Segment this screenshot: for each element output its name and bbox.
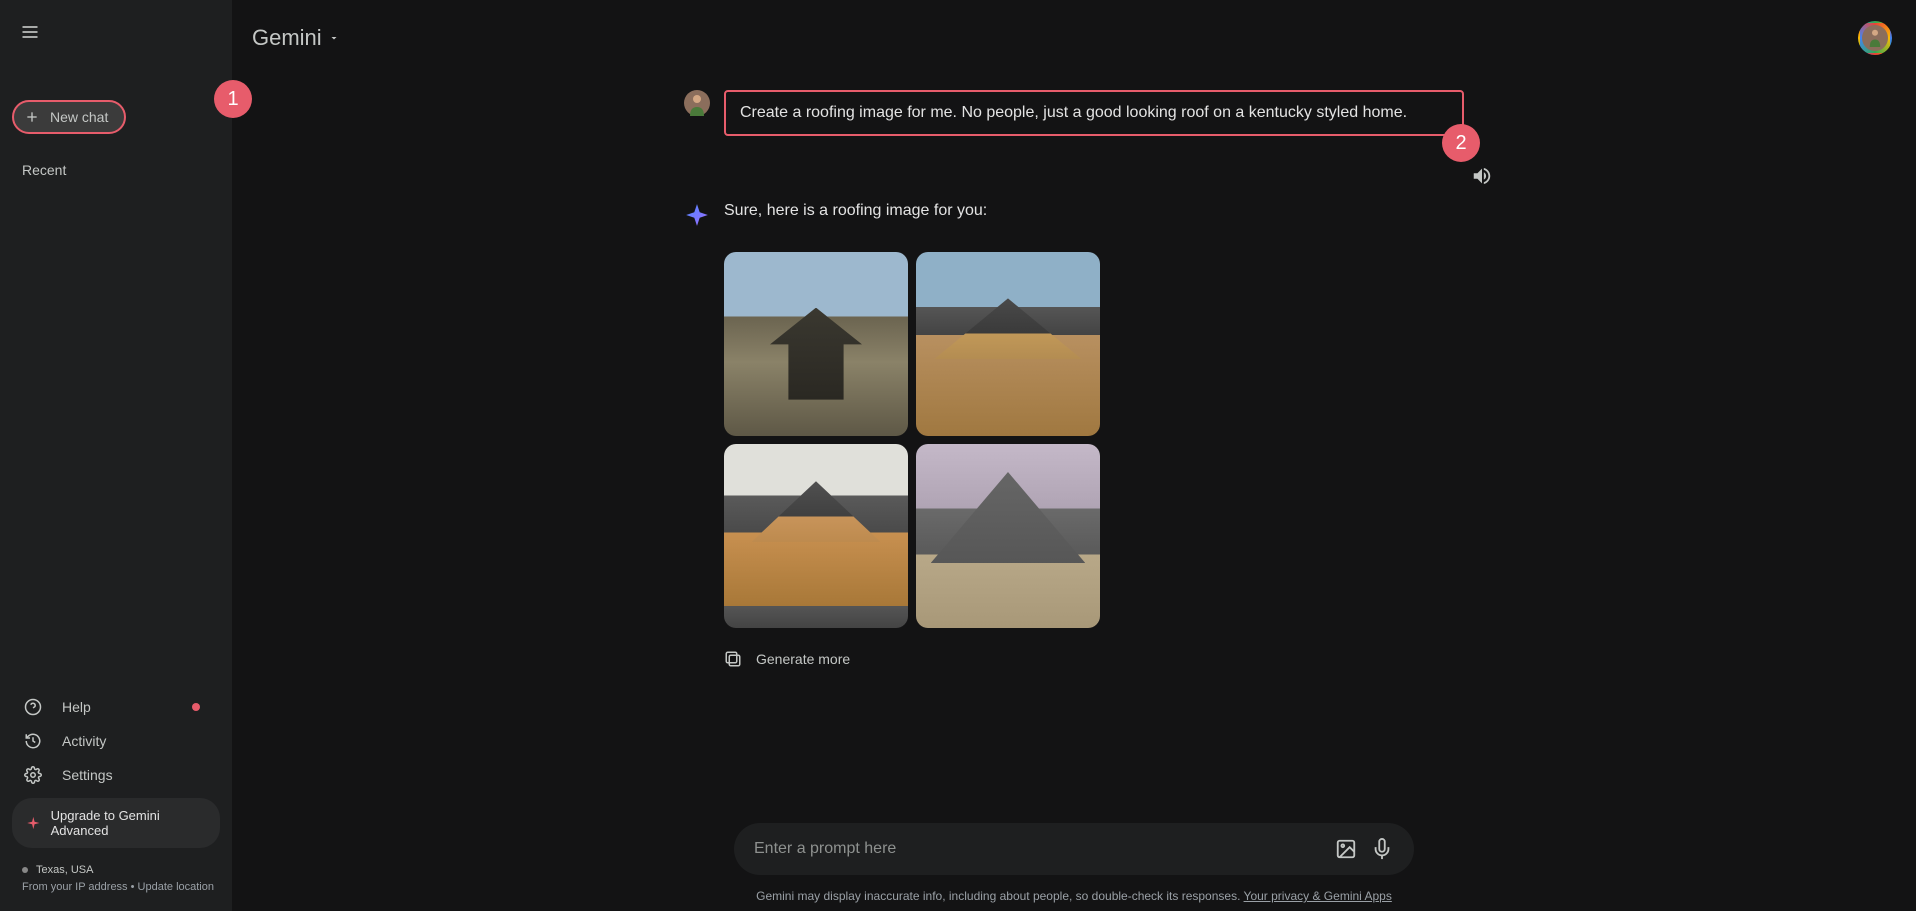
- generate-more-icon: [724, 650, 742, 668]
- notification-dot-icon: [192, 703, 200, 711]
- user-avatar[interactable]: [1858, 21, 1892, 55]
- disclaimer: Gemini may display inaccurate info, incl…: [756, 889, 1392, 903]
- activity-label: Activity: [62, 733, 106, 749]
- help-label: Help: [62, 699, 91, 715]
- generated-image-1[interactable]: [724, 252, 908, 436]
- generate-more-label: Generate more: [756, 651, 850, 667]
- location-dot-icon: [22, 867, 28, 873]
- user-msg-avatar: [684, 90, 710, 116]
- sidebar-item-help[interactable]: Help: [12, 690, 220, 724]
- generated-image-3[interactable]: [724, 444, 908, 628]
- chevron-down-icon: [328, 32, 340, 44]
- assistant-intro-text: Sure, here is a roofing image for you:: [724, 202, 987, 228]
- image-icon: [1335, 838, 1357, 860]
- prompt-input-bar: [734, 823, 1414, 875]
- menu-icon[interactable]: [18, 20, 42, 44]
- sidebar-item-activity[interactable]: Activity: [12, 724, 220, 758]
- location-separator: •: [131, 881, 135, 893]
- generated-image-2[interactable]: [916, 252, 1100, 436]
- input-region: Gemini may display inaccurate info, incl…: [232, 823, 1916, 911]
- privacy-link[interactable]: Your privacy & Gemini Apps: [1244, 889, 1392, 903]
- generate-more-button[interactable]: Generate more: [724, 650, 850, 668]
- settings-label: Settings: [62, 767, 113, 783]
- mic-icon: [1371, 838, 1393, 860]
- main-content: Gemini Create a roofing image for me. No…: [232, 0, 1916, 911]
- location-info: Texas, USA From your IP address • Update…: [12, 862, 220, 897]
- plus-icon: [24, 109, 40, 125]
- gear-icon: [24, 766, 42, 784]
- avatar-figure-icon: [1866, 27, 1884, 49]
- speaker-icon: [1471, 165, 1493, 187]
- user-prompt-text: Create a roofing image for me. No people…: [740, 104, 1407, 121]
- prompt-input[interactable]: [754, 840, 1322, 858]
- image-grid: [724, 252, 1464, 628]
- activity-icon: [24, 732, 42, 750]
- assistant-message-row: Sure, here is a roofing image for you:: [684, 202, 1464, 228]
- help-icon: [24, 698, 42, 716]
- location-title: Texas, USA: [36, 864, 93, 876]
- sparkle-icon: [26, 815, 41, 831]
- new-chat-label: New chat: [50, 109, 108, 125]
- generated-image-4[interactable]: [916, 444, 1100, 628]
- user-message-row: Create a roofing image for me. No people…: [684, 90, 1464, 136]
- sidebar: New chat 1 Recent Help Activity Settings…: [0, 0, 232, 911]
- update-location-link[interactable]: Update location: [138, 881, 214, 893]
- gemini-logo-icon: [684, 202, 710, 228]
- image-upload-button[interactable]: [1334, 837, 1358, 861]
- brand-selector[interactable]: Gemini: [252, 25, 340, 51]
- user-prompt-bubble: Create a roofing image for me. No people…: [724, 90, 1464, 136]
- disclaimer-text: Gemini may display inaccurate info, incl…: [756, 889, 1240, 903]
- upgrade-label: Upgrade to Gemini Advanced: [51, 808, 206, 838]
- conversation-area: Create a roofing image for me. No people…: [232, 60, 1916, 823]
- new-chat-button[interactable]: New chat: [12, 100, 126, 134]
- speaker-button[interactable]: [1462, 156, 1502, 196]
- location-ip-text: From your IP address: [22, 881, 128, 893]
- topbar: Gemini: [232, 0, 1916, 60]
- recent-header: Recent: [12, 162, 220, 178]
- brand-label: Gemini: [252, 25, 322, 51]
- sidebar-item-settings[interactable]: Settings: [12, 758, 220, 792]
- mic-button[interactable]: [1370, 837, 1394, 861]
- upgrade-button[interactable]: Upgrade to Gemini Advanced: [12, 798, 220, 848]
